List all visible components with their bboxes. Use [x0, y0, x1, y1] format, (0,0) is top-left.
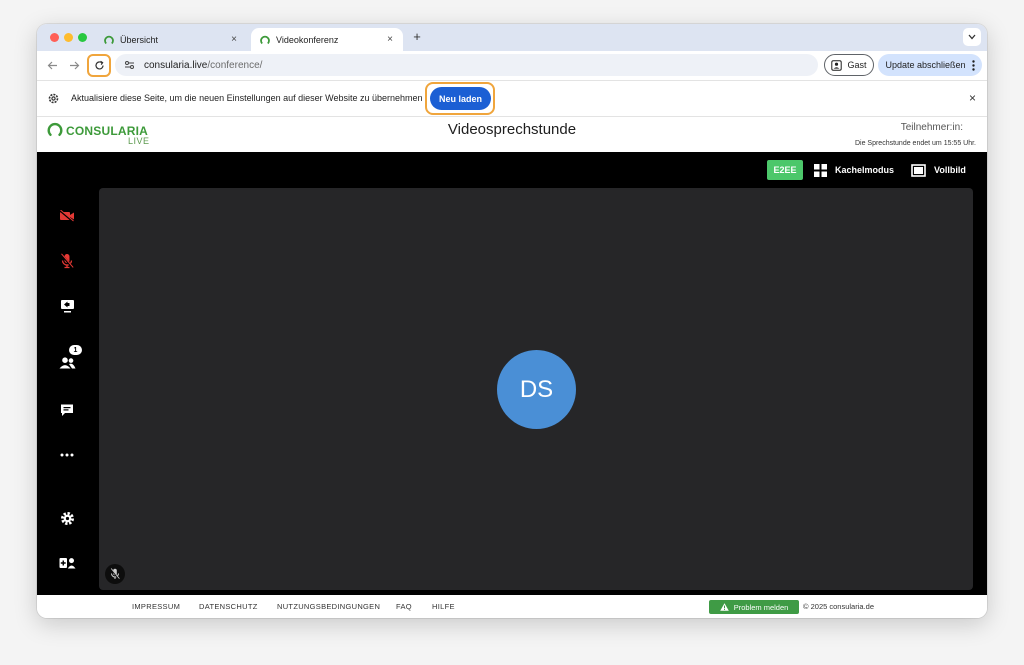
session-end-notice: Die Sprechstunde endet um 15:55 Uhr.: [854, 140, 976, 147]
add-person-icon: [59, 558, 75, 569]
camera-off-icon: [59, 210, 74, 222]
e2ee-badge[interactable]: E2EE: [767, 160, 803, 180]
tab-strip: Übersicht × Videokonferenz × +: [37, 24, 987, 51]
tab-search-menu-button[interactable]: [963, 28, 981, 46]
report-problem-button[interactable]: Problem melden: [709, 600, 799, 614]
browser-window: Übersicht × Videokonferenz × + consulari…: [37, 24, 987, 618]
participants-button[interactable]: 1: [53, 345, 82, 377]
more-options-button[interactable]: [53, 441, 81, 469]
page-header: CONSULARIA LIVE Videosprechstunde Teilne…: [37, 117, 987, 152]
update-label: Update abschließen: [885, 60, 966, 70]
tile-mode-button[interactable]: Kachelmodus: [814, 160, 894, 180]
chat-icon: [61, 404, 73, 416]
forward-button[interactable]: [64, 55, 84, 75]
new-tab-button[interactable]: +: [409, 29, 425, 44]
fullscreen-icon: [911, 163, 926, 177]
participants-icon: [59, 357, 75, 369]
add-person-button[interactable]: [53, 549, 81, 577]
footer-link-impressum[interactable]: IMPRESSUM: [132, 602, 180, 611]
footer-link-hilfe[interactable]: HILFE: [432, 602, 455, 611]
profile-icon: [831, 59, 843, 71]
minimize-window-button[interactable]: [64, 33, 73, 42]
page-title: Videosprechstunde: [447, 121, 577, 138]
footer-link-faq[interactable]: FAQ: [396, 602, 412, 611]
warning-icon: [719, 603, 729, 611]
tab-close-button[interactable]: ×: [227, 34, 241, 45]
fullscreen-label: Vollbild: [934, 165, 966, 175]
participants-count-badge: 1: [69, 345, 82, 355]
participants-label: Teilnehmer:in:: [900, 122, 963, 133]
address-bar[interactable]: consularia.live/conference/: [115, 54, 818, 76]
chevron-down-icon: [968, 34, 976, 40]
tab-title: Videokonferenz: [276, 34, 339, 45]
infobar-close-button[interactable]: ×: [969, 91, 976, 105]
reload-infobar: Aktualisiere diese Seite, um die neuen E…: [37, 80, 987, 117]
url-path: /conference/: [207, 59, 263, 71]
reload-icon: [94, 60, 104, 70]
url-host: consularia.live: [144, 59, 208, 71]
close-window-button[interactable]: [50, 33, 59, 42]
kebab-menu-icon: [971, 59, 975, 71]
consularia-favicon-icon: [103, 34, 114, 45]
screen-share-button[interactable]: [53, 292, 81, 320]
tab-videoconference[interactable]: Videokonferenz ×: [251, 28, 403, 51]
local-mic-muted-indicator: [105, 564, 125, 584]
site-settings-icon[interactable]: [123, 59, 135, 71]
tab-overview[interactable]: Übersicht ×: [95, 28, 247, 51]
page-footer: IMPRESSUM DATENSCHUTZ NUTZUNGSBEDINGUNGE…: [37, 595, 987, 618]
video-stage: DS: [99, 188, 973, 590]
consularia-favicon-icon: [259, 34, 270, 45]
gear-icon: [48, 93, 59, 104]
copyright-text: © 2025 consularia.de: [803, 602, 874, 611]
grid-icon: [814, 163, 827, 177]
conference-area: E2EE Kachelmodus Vollbild 1 DS: [37, 152, 987, 595]
arrow-left-icon: [47, 61, 57, 69]
tab-title: Übersicht: [120, 34, 159, 45]
update-button[interactable]: Update abschließen: [878, 54, 982, 76]
infobar-message: Aktualisiere diese Seite, um die neuen E…: [71, 93, 423, 103]
settings-button[interactable]: [53, 504, 81, 532]
tab-close-button[interactable]: ×: [383, 34, 397, 45]
tile-mode-label: Kachelmodus: [835, 165, 895, 175]
microphone-toggle-button[interactable]: [53, 247, 81, 275]
screen-share-icon: [60, 300, 74, 313]
footer-link-nutzungsbedingungen[interactable]: NUTZUNGSBEDINGUNGEN: [277, 602, 380, 611]
camera-toggle-button[interactable]: [53, 202, 81, 230]
footer-link-datenschutz[interactable]: DATENSCHUTZ: [199, 602, 258, 611]
participant-avatar: DS: [497, 350, 576, 429]
settings-icon: [60, 511, 74, 525]
browser-toolbar: consularia.live/conference/ Gast Update …: [37, 51, 987, 80]
back-button[interactable]: [42, 55, 62, 75]
arrow-right-icon: [69, 61, 79, 69]
profile-label: Gast: [847, 60, 867, 70]
mic-off-icon: [110, 568, 120, 580]
reload-now-button[interactable]: Neu laden: [430, 87, 491, 110]
report-problem-label: Problem melden: [733, 602, 789, 612]
chat-button[interactable]: [53, 396, 81, 424]
more-icon: [60, 453, 74, 457]
fullscreen-button[interactable]: Vollbild: [911, 160, 966, 180]
maximize-window-button[interactable]: [78, 33, 87, 42]
mic-off-icon: [60, 253, 74, 269]
reload-button[interactable]: [87, 54, 111, 77]
profile-button[interactable]: Gast: [824, 54, 874, 76]
